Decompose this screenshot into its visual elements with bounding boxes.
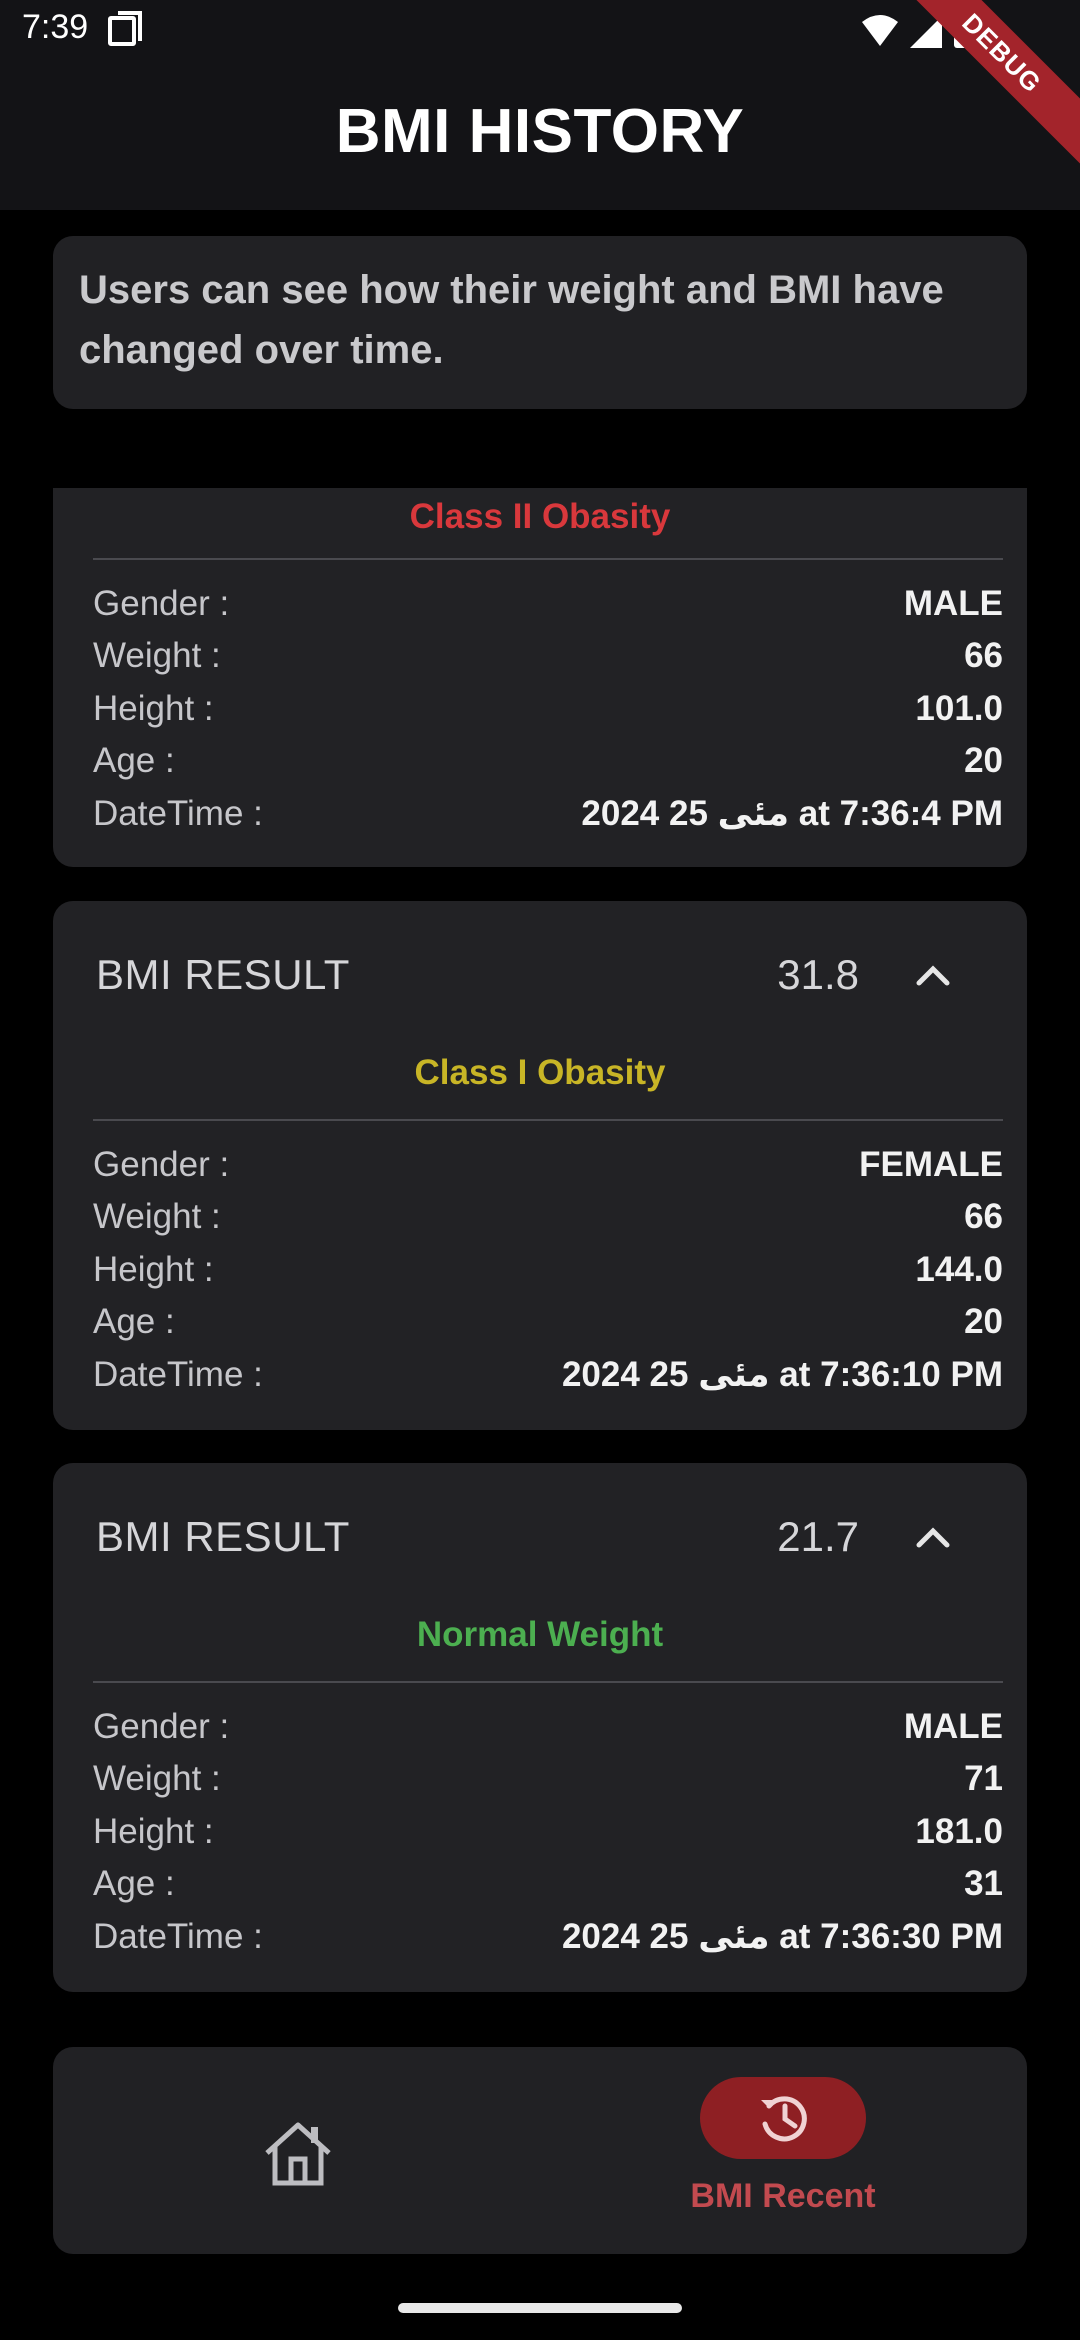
age-value: 31 [964,1864,1003,1903]
datetime-label: DateTime : [93,1917,263,1956]
history-card: BMI RESULT 31.8 Class I Obasity Gender :… [53,901,1027,1430]
height-label: Height : [93,1812,214,1851]
datetime-value: 2024 25 مئی at 7:36:10 PM [561,1355,1003,1394]
sim-card-icon [108,11,142,46]
gesture-handle [398,2303,682,2313]
weight-label: Weight : [93,636,221,675]
gender-value: MALE [903,1707,1003,1746]
weight-label: Weight : [93,1197,221,1236]
bmi-category: Class II Obasity [409,497,671,536]
history-list[interactable]: Class II Obasity Gender : MALE Weight : … [0,488,1080,2018]
weight-row: Weight : 71 [93,1759,1003,1807]
status-time: 7:39 [22,8,89,46]
history-card: Class II Obasity Gender : MALE Weight : … [53,488,1027,867]
height-row: Height : 144.0 [93,1250,1003,1298]
bmi-category: Class I Obasity [414,1053,666,1092]
status-bar: 7:39 [0,0,1080,60]
divider [93,558,1003,560]
datetime-row: DateTime : 2024 25 مئی at 7:36:10 PM [93,1355,1003,1403]
gender-label: Gender : [93,1707,230,1746]
height-label: Height : [93,689,214,728]
age-label: Age : [93,1864,175,1903]
chevron-up-icon[interactable] [915,1519,951,1555]
height-label: Height : [93,1250,214,1289]
weight-row: Weight : 66 [93,636,1003,684]
card-header[interactable]: BMI RESULT 31.8 [53,901,1027,1047]
datetime-value: 2024 25 مئی at 7:36:4 PM [581,794,1003,833]
bmi-result-label: BMI RESULT [96,951,350,998]
screen: 7:39 DEBUG BMI HISTORY Users can see how… [0,0,1080,2340]
age-row: Age : 31 [93,1864,1003,1912]
age-label: Age : [93,741,175,780]
nav-bmi-recent-button[interactable] [700,2077,866,2159]
card-header[interactable]: BMI RESULT 21.7 [53,1463,1027,1609]
height-row: Height : 101.0 [93,689,1003,737]
height-row: Height : 181.0 [93,1812,1003,1860]
home-icon[interactable] [261,2119,335,2189]
gender-row: Gender : MALE [93,584,1003,632]
weight-value: 66 [964,636,1003,675]
gender-label: Gender : [93,584,230,623]
age-value: 20 [964,741,1003,780]
datetime-value: 2024 25 مئی at 7:36:30 PM [561,1917,1003,1956]
gender-row: Gender : FEMALE [93,1145,1003,1193]
info-card: Users can see how their weight and BMI h… [53,236,1027,409]
weight-label: Weight : [93,1759,221,1798]
age-row: Age : 20 [93,741,1003,789]
weight-value: 66 [964,1197,1003,1236]
gender-value: MALE [903,584,1003,623]
datetime-label: DateTime : [93,1355,263,1394]
height-value: 181.0 [915,1812,1003,1851]
bottom-navigation: BMI Recent [53,2047,1027,2254]
nav-bmi-recent-label[interactable]: BMI Recent [653,2177,913,2216]
age-value: 20 [964,1302,1003,1341]
weight-value: 71 [964,1759,1003,1798]
info-text: Users can see how their weight and BMI h… [79,268,944,372]
height-value: 144.0 [915,1250,1003,1289]
wifi-icon [862,15,898,46]
datetime-label: DateTime : [93,794,263,833]
bmi-value: 21.7 [777,1513,859,1560]
datetime-row: DateTime : 2024 25 مئی at 7:36:4 PM [93,794,1003,842]
page-title: BMI HISTORY [335,97,745,166]
divider [93,1681,1003,1683]
gender-value: FEMALE [859,1145,1003,1184]
history-icon [761,2096,807,2142]
height-value: 101.0 [915,689,1003,728]
divider [93,1119,1003,1121]
app-header: 7:39 DEBUG BMI HISTORY [0,0,1080,210]
chevron-up-icon[interactable] [915,957,951,993]
age-row: Age : 20 [93,1302,1003,1350]
history-card: BMI RESULT 21.7 Normal Weight Gender : M… [53,1463,1027,1992]
datetime-row: DateTime : 2024 25 مئی at 7:36:30 PM [93,1917,1003,1965]
bmi-category: Normal Weight [416,1615,664,1654]
gender-label: Gender : [93,1145,230,1184]
age-label: Age : [93,1302,175,1341]
weight-row: Weight : 66 [93,1197,1003,1245]
gender-row: Gender : MALE [93,1707,1003,1755]
bmi-result-label: BMI RESULT [96,1513,350,1560]
bmi-value: 31.8 [777,951,859,998]
